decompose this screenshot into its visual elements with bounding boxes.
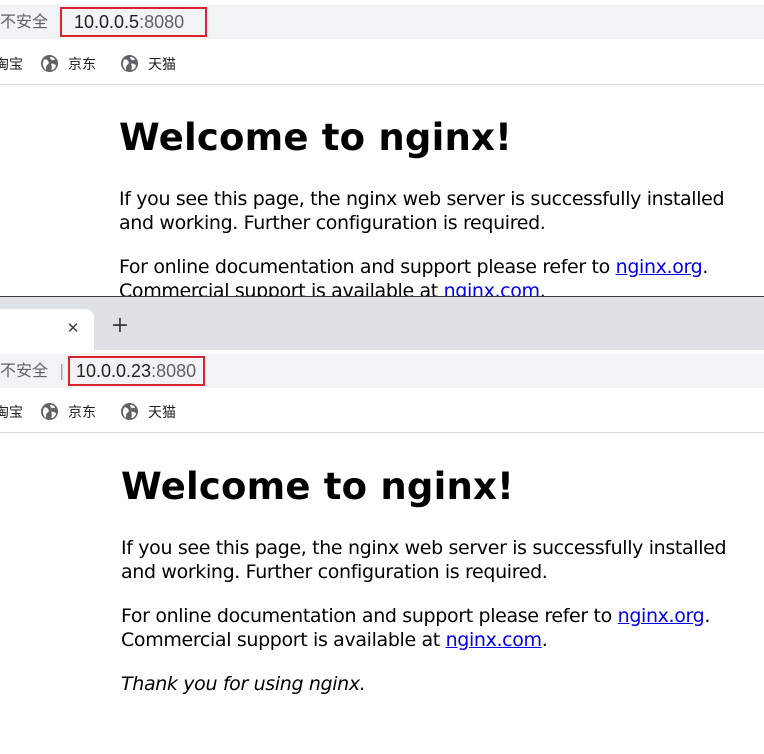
nginx-org-link[interactable]: nginx.org: [618, 605, 705, 627]
url-port: :8080: [151, 361, 197, 381]
active-tab[interactable]: ✕: [0, 309, 94, 350]
top-browser-window: 不安全 10.0.0.5:8080 淘宝 京东 天猫 Welcome to ng…: [0, 0, 764, 296]
commercial-period: .: [539, 280, 546, 296]
bookmark-jd[interactable]: 京东: [40, 54, 96, 76]
bookmark-taobao[interactable]: 淘宝: [0, 402, 23, 424]
nginx-com-link[interactable]: nginx.com: [444, 280, 540, 296]
bookmark-label: 天猫: [148, 405, 176, 421]
commercial-text: Commercial support is available at: [121, 629, 446, 651]
bookmarks-bar: 淘宝 京东 天猫: [0, 45, 764, 85]
tab-strip: ✕ +: [0, 297, 764, 350]
bottom-browser-window: ✕ + 不安全 | 10.0.0.23:8080 淘宝 京东 天猫 Welcom…: [0, 296, 764, 754]
security-indicator[interactable]: 不安全: [0, 359, 48, 383]
bookmark-tmall[interactable]: 天猫: [120, 402, 176, 424]
url-port: :8080: [139, 12, 185, 32]
nginx-welcome-page: Welcome to nginx! If you see this page, …: [119, 116, 759, 296]
bookmark-label: 天猫: [148, 57, 176, 73]
bookmark-jd[interactable]: 京东: [40, 402, 96, 424]
url-field[interactable]: 10.0.0.5:8080: [60, 7, 207, 37]
docs-text: For online documentation and support ple…: [119, 256, 616, 278]
docs-text: For online documentation and support ple…: [121, 605, 618, 627]
address-bar: 不安全 | 10.0.0.23:8080: [0, 354, 764, 388]
docs-period: .: [702, 256, 709, 278]
bookmarks-bar: 淘宝 京东 天猫: [0, 393, 764, 433]
globe-icon: [120, 54, 139, 73]
address-separator: |: [59, 361, 65, 380]
nginx-welcome-page: Welcome to nginx! If you see this page, …: [121, 465, 761, 716]
bookmark-label: 京东: [68, 405, 96, 421]
bookmark-label: 京东: [68, 57, 96, 73]
intro-paragraph: If you see this page, the nginx web serv…: [119, 188, 725, 234]
thanks-text: Thank you for using nginx.: [121, 673, 366, 695]
close-icon[interactable]: ✕: [64, 319, 82, 337]
nginx-org-link[interactable]: nginx.org: [616, 256, 703, 278]
page-title: Welcome to nginx!: [119, 116, 513, 159]
commercial-period: .: [541, 629, 548, 651]
globe-icon: [120, 402, 139, 421]
plus-icon[interactable]: +: [108, 315, 132, 339]
bookmark-label: 淘宝: [0, 57, 23, 73]
commercial-text: Commercial support is available at: [119, 280, 444, 296]
docs-paragraph: For online documentation and support ple…: [119, 255, 759, 296]
page-title: Welcome to nginx!: [121, 465, 515, 508]
docs-paragraph: For online documentation and support ple…: [121, 604, 761, 652]
address-bar: 不安全 10.0.0.5:8080: [0, 5, 764, 39]
globe-icon: [40, 402, 59, 421]
url-host: 10.0.0.5: [74, 12, 140, 32]
thanks-paragraph: Thank you for using nginx.: [121, 672, 761, 696]
bookmark-tmall[interactable]: 天猫: [120, 54, 176, 76]
globe-icon: [40, 54, 59, 73]
url-host: 10.0.0.23: [76, 361, 152, 381]
docs-period: .: [704, 605, 711, 627]
url-field[interactable]: 10.0.0.23:8080: [68, 356, 205, 386]
bookmark-taobao[interactable]: 淘宝: [0, 54, 23, 76]
security-indicator[interactable]: 不安全: [0, 10, 48, 34]
bookmark-label: 淘宝: [0, 405, 23, 421]
intro-paragraph: If you see this page, the nginx web serv…: [121, 537, 727, 583]
nginx-com-link[interactable]: nginx.com: [446, 629, 542, 651]
